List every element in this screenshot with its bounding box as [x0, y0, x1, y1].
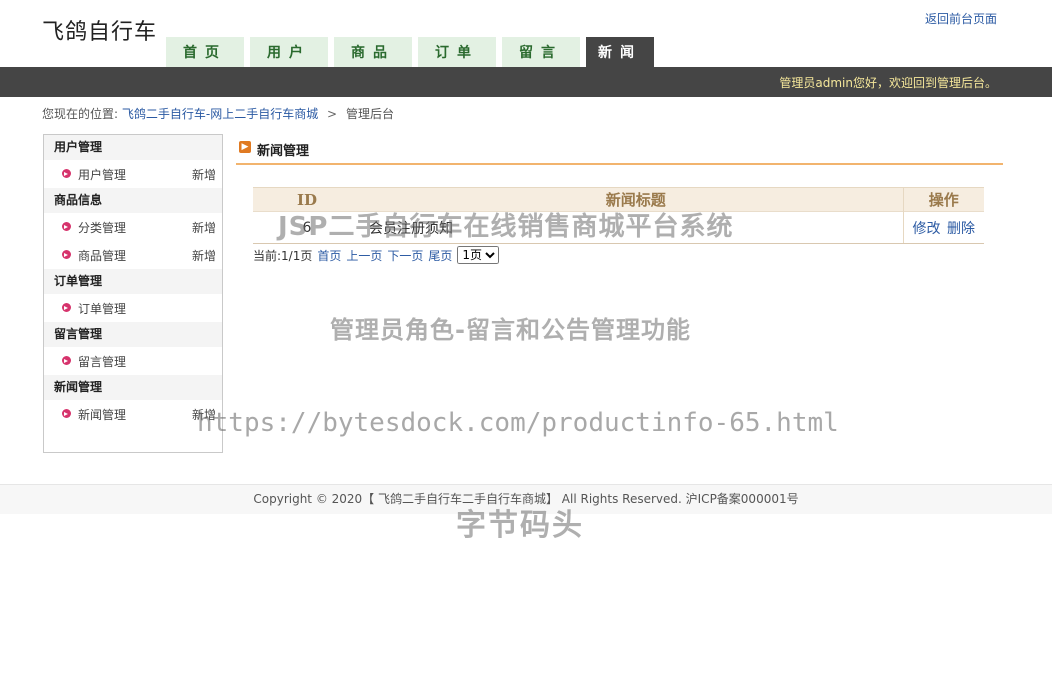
breadcrumb-separator: >	[327, 107, 338, 121]
breadcrumb-current: 管理后台	[345, 107, 394, 121]
sidebar-group-news: 新闻管理	[44, 375, 222, 400]
page-status: 当前:1/1页	[253, 248, 313, 263]
nav-tab-products[interactable]: 商品	[334, 37, 412, 67]
nav-tab-messages[interactable]: 留言	[502, 37, 580, 67]
top-bar: 管理员admin您好，欢迎回到管理后台。	[0, 67, 1052, 97]
sidebar-group-orders: 订单管理	[44, 269, 222, 294]
delete-link[interactable]: 删除	[947, 221, 975, 237]
sidebar-item-product-manage[interactable]: 商品管理 新增	[44, 241, 222, 269]
arrow-bullet-icon	[62, 222, 71, 231]
breadcrumb: 您现在的位置: 飞鸽二手自行车-网上二手自行车商城 > 管理后台	[42, 105, 394, 122]
nav-tab-users[interactable]: 用户	[250, 37, 328, 67]
back-to-frontend-link[interactable]: 返回前台页面	[925, 10, 997, 27]
add-category-link[interactable]: 新增	[192, 213, 216, 243]
sidebar-group-messages: 留言管理	[44, 322, 222, 347]
main-nav: 首页 用户 商品 订单 留言 新闻	[166, 37, 660, 67]
sidebar-item-category-manage[interactable]: 分类管理 新增	[44, 213, 222, 241]
sidebar-group-users: 用户管理	[44, 135, 222, 160]
page-select[interactable]: 1页	[457, 246, 500, 264]
sidebar-item-message-manage[interactable]: 留言管理	[44, 347, 222, 375]
site-title: 飞鸽自行车	[42, 20, 158, 45]
add-product-link[interactable]: 新增	[192, 241, 216, 271]
nav-tab-orders[interactable]: 订单	[418, 37, 496, 67]
sidebar-item-order-manage[interactable]: 订单管理	[44, 294, 222, 322]
cell-actions: 修改 删除	[902, 211, 984, 244]
next-page-link[interactable]: 下一页	[387, 247, 423, 264]
arrow-bullet-icon	[62, 250, 71, 259]
welcome-message: 管理员admin您好，欢迎回到管理后台。	[779, 76, 997, 90]
arrow-bullet-icon	[62, 169, 71, 178]
section-header: ▶ 新闻管理	[236, 140, 1003, 165]
prev-page-link[interactable]: 上一页	[346, 247, 382, 264]
watermark-system-name: JSP二手自行车在线销售商城平台系统	[278, 212, 734, 242]
page-title: 新闻管理	[257, 144, 310, 159]
nav-tab-home[interactable]: 首页	[166, 37, 244, 67]
sidebar-item-label: 留言管理	[78, 355, 127, 369]
breadcrumb-site-link[interactable]: 飞鸽二手自行车-网上二手自行车商城	[122, 107, 318, 121]
pagination: 当前:1/1页 首页 上一页 下一页 尾页 1页	[253, 246, 500, 264]
sidebar: 用户管理 用户管理 新增 商品信息 分类管理 新增 商品管理 新增 订单管理 订…	[43, 134, 223, 453]
sidebar-item-label: 订单管理	[78, 302, 127, 316]
sidebar-item-label: 商品管理	[78, 249, 127, 263]
arrow-bullet-icon	[62, 409, 71, 418]
watermark-feature: 管理员角色-留言和公告管理功能	[330, 316, 691, 344]
sidebar-group-products: 商品信息	[44, 188, 222, 213]
edit-link[interactable]: 修改	[913, 221, 941, 237]
column-header-actions: 操作	[902, 187, 984, 212]
arrow-bullet-icon	[62, 303, 71, 312]
arrow-right-icon: ▶	[239, 141, 251, 153]
nav-tab-news[interactable]: 新闻	[586, 37, 654, 67]
sidebar-item-label: 用户管理	[78, 168, 127, 182]
add-user-link[interactable]: 新增	[192, 160, 216, 190]
sidebar-item-label: 分类管理	[78, 221, 127, 235]
watermark-url: https://bytesdock.com/productinfo-65.htm…	[197, 408, 839, 438]
first-page-link[interactable]: 首页	[317, 247, 341, 264]
sidebar-item-user-manage[interactable]: 用户管理 新增	[44, 160, 222, 188]
breadcrumb-prefix: 您现在的位置:	[42, 107, 119, 121]
watermark-brand: 字节码头	[456, 508, 584, 543]
arrow-bullet-icon	[62, 356, 71, 365]
sidebar-item-label: 新闻管理	[78, 408, 127, 422]
sidebar-item-news-manage[interactable]: 新闻管理 新增	[44, 400, 222, 428]
last-page-link[interactable]: 尾页	[428, 247, 452, 264]
